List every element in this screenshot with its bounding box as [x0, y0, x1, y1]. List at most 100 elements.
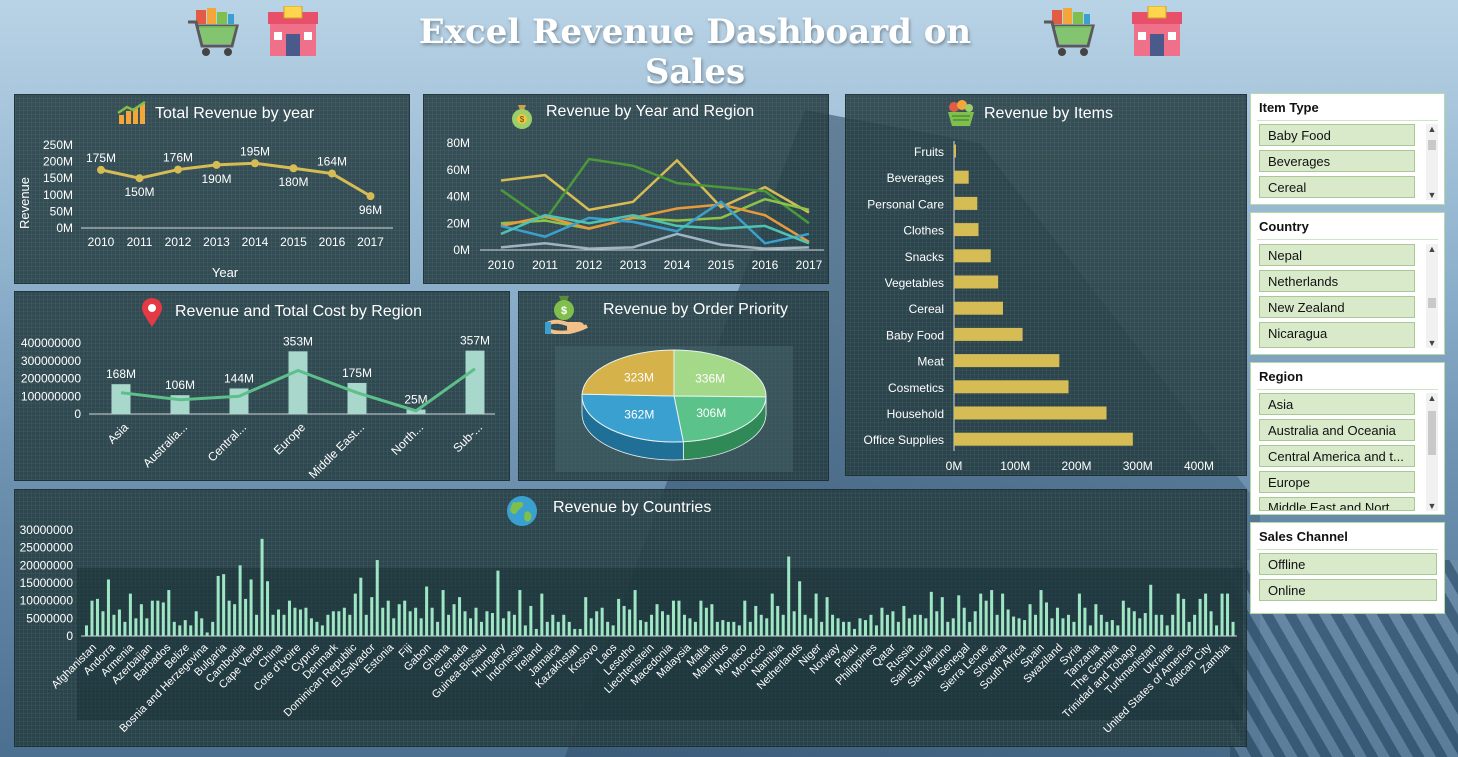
- bar: [441, 590, 445, 636]
- bar: [200, 618, 204, 636]
- bar: [954, 406, 1107, 420]
- sales-channel-slicer[interactable]: Sales Channel Offline Online: [1250, 522, 1445, 614]
- y-tick-label: 150M: [43, 171, 73, 185]
- divider: [1257, 120, 1438, 121]
- bar: [1187, 621, 1191, 636]
- scroll-thumb[interactable]: [1428, 411, 1436, 455]
- bar: [145, 618, 149, 636]
- bar: [562, 614, 566, 636]
- data-point: [251, 159, 259, 168]
- bar: [954, 196, 978, 210]
- bar: [567, 621, 571, 636]
- scroll-down-icon[interactable]: ▼: [1426, 501, 1438, 511]
- bar: [331, 611, 335, 636]
- bar: [759, 614, 763, 636]
- bar: [820, 621, 824, 636]
- scroll-up-icon[interactable]: ▲: [1426, 124, 1438, 134]
- divider: [1257, 549, 1438, 550]
- bar: [359, 577, 363, 636]
- scroll-up-icon[interactable]: ▲: [1426, 244, 1438, 254]
- scroll-up-icon[interactable]: ▲: [1426, 393, 1438, 403]
- bar: [255, 614, 259, 636]
- bar: [1204, 593, 1208, 636]
- x-axis-label: Year: [212, 265, 239, 280]
- x-tick-label: Central...: [205, 420, 249, 464]
- bar: [748, 621, 752, 636]
- x-tick-label: 2011: [127, 235, 153, 249]
- slicer-item[interactable]: Baby Food: [1259, 124, 1415, 146]
- data-label: 175M: [342, 366, 372, 380]
- bar: [534, 628, 538, 636]
- x-tick-label: 2012: [165, 235, 192, 249]
- shopping-cart-icon: [188, 8, 239, 56]
- shop-store-icon: [1132, 6, 1182, 56]
- bar: [693, 621, 697, 636]
- bar: [347, 382, 367, 414]
- bar: [117, 609, 121, 636]
- slicer-scrollbar[interactable]: ▲ ▼: [1426, 124, 1438, 200]
- x-tick-label: 2016: [319, 235, 346, 249]
- slicer-item[interactable]: Asia: [1259, 393, 1415, 415]
- x-tick-label: 2010: [488, 258, 515, 272]
- slicer-item[interactable]: Australia and Oceania: [1259, 419, 1415, 441]
- slicer-scrollbar[interactable]: ▲ ▼: [1426, 393, 1438, 511]
- bar: [364, 614, 368, 636]
- slicer-item[interactable]: Central America and t...: [1259, 445, 1415, 467]
- bar: [710, 604, 714, 636]
- region-slicer[interactable]: Region Asia Australia and Oceania Centra…: [1250, 362, 1445, 515]
- x-tick-label: Middle East...: [306, 420, 367, 481]
- bar: [1039, 590, 1043, 636]
- slicer-item[interactable]: Nepal: [1259, 244, 1415, 266]
- slicer-item[interactable]: Online: [1259, 579, 1437, 601]
- slicer-item[interactable]: Beverages: [1259, 150, 1415, 172]
- slicer-item[interactable]: Netherlands: [1259, 270, 1415, 292]
- bar: [523, 625, 527, 636]
- bar: [112, 614, 116, 636]
- year-region-chart: 0M 20M 40M 60M 80M 2010 2011 2012 2013 2014 2015 20…: [447, 136, 824, 272]
- bar: [518, 590, 522, 636]
- bar: [962, 607, 966, 636]
- slicer-item[interactable]: Nicaragua: [1259, 322, 1415, 348]
- scroll-thumb[interactable]: [1428, 140, 1436, 150]
- bar: [1001, 593, 1005, 636]
- y-tick-label: 0: [66, 629, 73, 643]
- bar: [304, 607, 308, 636]
- bar: [957, 595, 961, 636]
- data-label: 96M: [359, 203, 382, 217]
- bar: [1149, 584, 1153, 636]
- item-type-slicer[interactable]: Item Type Baby Food Beverages Cereal ▲ ▼: [1250, 93, 1445, 205]
- bar: [419, 618, 423, 636]
- bar: [1028, 604, 1032, 636]
- x-tick-label: 2017: [796, 258, 823, 272]
- bar: [551, 614, 555, 636]
- bar: [320, 625, 324, 636]
- bar: [430, 607, 434, 636]
- bar: [650, 614, 654, 636]
- shopping-cart-icon: [1044, 8, 1095, 56]
- bar: [954, 432, 1133, 446]
- x-tick-label: 2014: [664, 258, 691, 272]
- y-tick-label: 20M: [447, 216, 470, 230]
- bar: [397, 604, 401, 636]
- scroll-down-icon[interactable]: ▼: [1426, 338, 1438, 348]
- slicer-item[interactable]: New Zealand: [1259, 296, 1415, 318]
- slicer-item[interactable]: Europe: [1259, 471, 1415, 493]
- bar: [540, 593, 544, 636]
- data-point: [174, 165, 182, 174]
- scroll-down-icon[interactable]: ▼: [1426, 190, 1438, 200]
- y-tick-label: 0M: [56, 221, 73, 235]
- bar: [874, 625, 878, 636]
- scroll-thumb[interactable]: [1428, 298, 1436, 308]
- data-point: [97, 165, 105, 174]
- data-label: 144M: [224, 371, 254, 385]
- slicer-item[interactable]: Middle East and Nort...: [1259, 497, 1415, 511]
- country-slicer[interactable]: Country Nepal Netherlands New Zealand Ni…: [1250, 212, 1445, 355]
- y-axis-label: Revenue: [17, 177, 32, 229]
- slicer-scrollbar[interactable]: ▲ ▼: [1426, 244, 1438, 348]
- y-tick-label: 400000000: [21, 336, 81, 350]
- bar: [688, 618, 692, 636]
- slicer-item[interactable]: Offline: [1259, 553, 1437, 575]
- bar: [1017, 618, 1021, 636]
- slicer-item[interactable]: Cereal: [1259, 176, 1415, 198]
- bar: [271, 614, 275, 636]
